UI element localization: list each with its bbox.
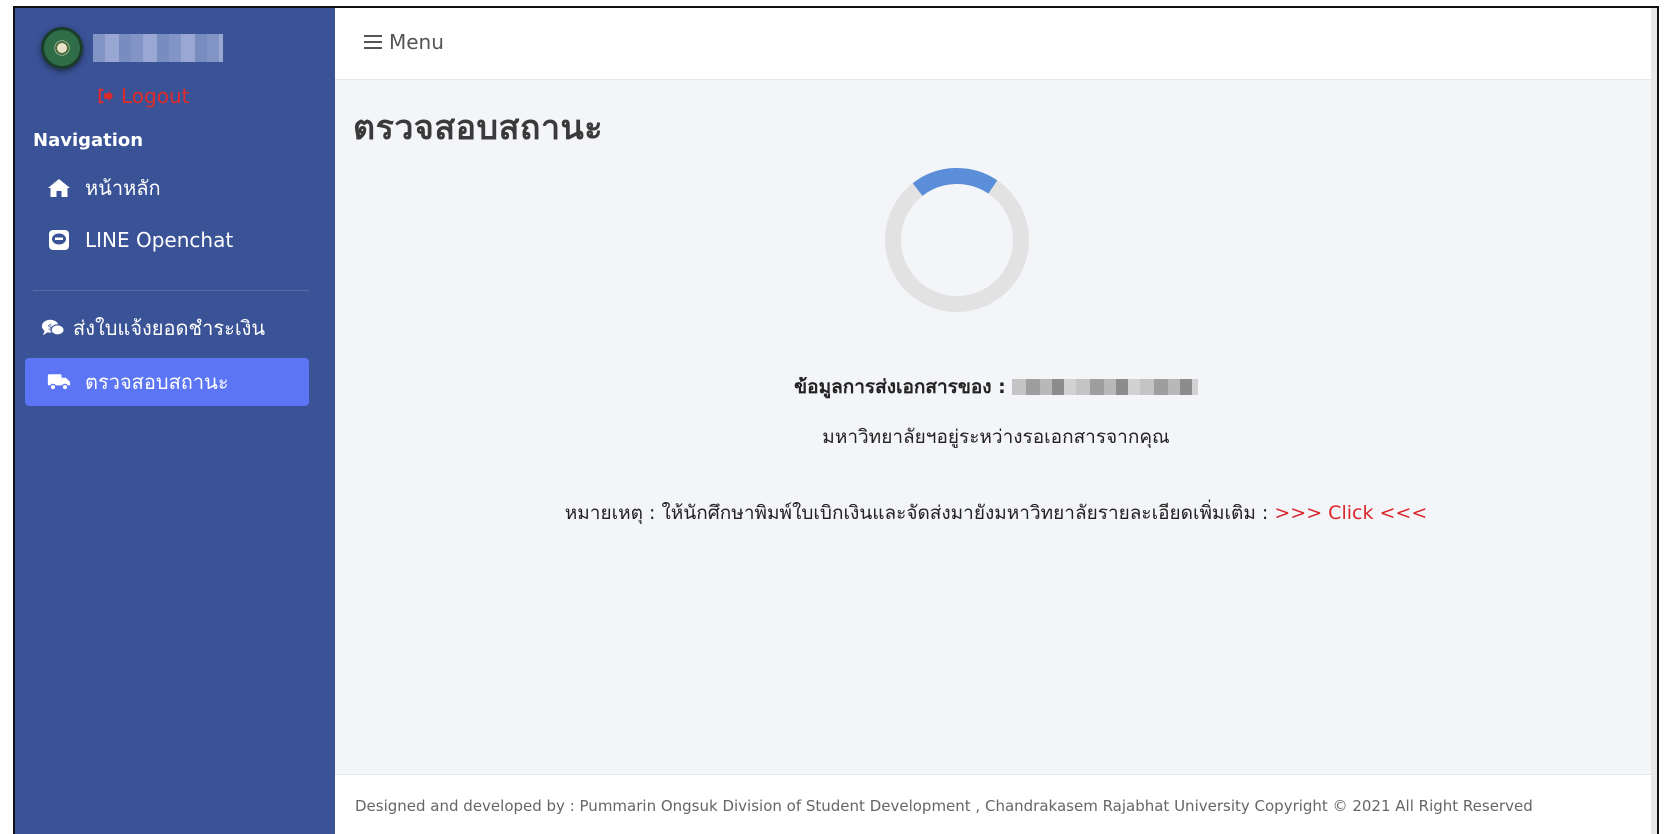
sidebar-item-label: ส่งใบแจ้งยอดชำระเงิน [73, 316, 266, 340]
svg-text:$: $ [47, 321, 52, 331]
hamburger-icon [364, 35, 382, 49]
status-text: มหาวิทยาลัยฯอยู่ระหว่างรอเอกสารจากคุณ [822, 426, 1170, 448]
brand[interactable] [41, 20, 223, 76]
app-frame: Logout Navigation หน้าหลัก LINE Openchat… [13, 6, 1659, 834]
line-icon [47, 228, 71, 252]
sidebar-item-label: LINE Openchat [85, 228, 234, 252]
window-edge [1651, 8, 1657, 834]
nav-heading: Navigation [33, 130, 144, 151]
truck-icon [47, 370, 71, 394]
sidebar-divider [33, 290, 309, 291]
home-icon [47, 176, 71, 200]
logout-label: Logout [121, 84, 190, 108]
sidebar-item-home[interactable]: หน้าหลัก [25, 164, 309, 212]
university-emblem-logo [41, 27, 83, 69]
sign-out-icon [98, 88, 114, 104]
sidebar: Logout Navigation หน้าหลัก LINE Openchat… [15, 8, 335, 834]
sidebar-item-label: หน้าหลัก [85, 176, 161, 200]
note-line: หมายเหตุ : ให้นักศึกษาพิมพ์ใบเบิกเงินและ… [335, 498, 1657, 528]
spinner-track [885, 168, 1029, 312]
redacted-student-name [1011, 379, 1198, 395]
spinner-arc [885, 168, 1029, 312]
top-bar: Menu [335, 8, 1657, 80]
document-info-line: ข้อมูลการส่งเอกสารของ : [335, 372, 1657, 402]
sidebar-item-line-openchat[interactable]: LINE Openchat [25, 216, 309, 264]
page-title: ตรวจสอบสถานะ [353, 108, 604, 148]
sidebar-item-send-payment-slip[interactable]: $ ส่งใบแจ้งยอดชำระเงิน [25, 304, 309, 352]
logout-link[interactable]: Logout [97, 84, 189, 108]
note-text: หมายเหตุ : ให้นักศึกษาพิมพ์ใบเบิกเงินและ… [564, 502, 1269, 524]
footer-credit: Designed and developed by : Pummarin Ong… [355, 797, 1533, 815]
redacted-user-name [93, 34, 223, 62]
more-details-link[interactable]: >>> Click <<< [1274, 502, 1427, 524]
comments-dollar-icon: $ [41, 316, 65, 340]
sidebar-item-label: ตรวจสอบสถานะ [85, 370, 229, 394]
menu-toggle-button[interactable]: Menu [363, 30, 444, 54]
main-content: ตรวจสอบสถานะ ข้อมูลการส่งเอกสารของ : มหา… [335, 80, 1657, 774]
footer: Designed and developed by : Pummarin Ong… [335, 774, 1657, 834]
sidebar-item-check-status[interactable]: ตรวจสอบสถานะ [25, 358, 309, 406]
menu-label: Menu [389, 30, 444, 54]
document-info-label: ข้อมูลการส่งเอกสารของ : [794, 376, 1006, 398]
loading-spinner [885, 168, 1029, 312]
